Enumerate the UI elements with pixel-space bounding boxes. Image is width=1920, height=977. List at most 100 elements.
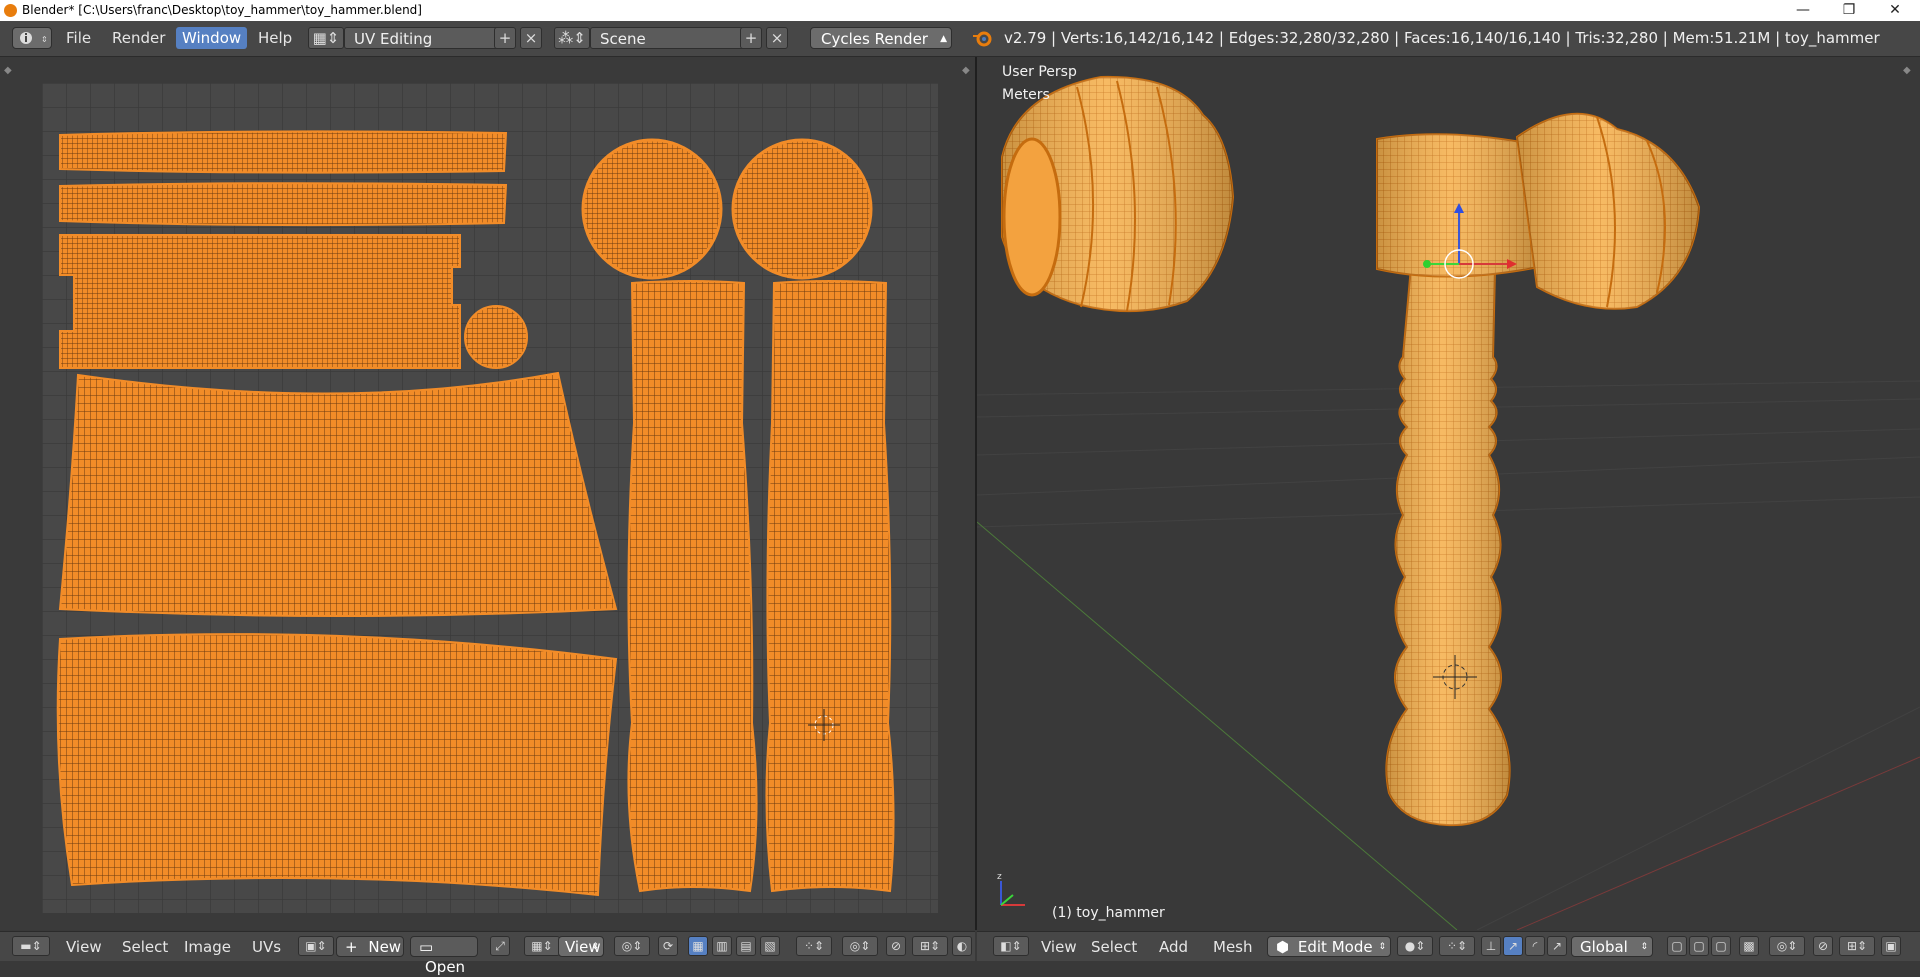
x-axis-line xyxy=(1516,756,1920,930)
menu-view[interactable]: View xyxy=(1041,937,1077,957)
menu-help[interactable]: Help xyxy=(252,27,298,49)
sticky-mode-icon[interactable]: ⁘⇕ xyxy=(796,936,832,956)
manipulator-toggle-icon[interactable]: ⊥ xyxy=(1481,936,1501,956)
menu-select[interactable]: Select xyxy=(122,937,168,957)
menu-render[interactable]: Render xyxy=(106,27,171,49)
view-mode-icon[interactable]: ▦⇕ xyxy=(524,936,560,956)
menu-add[interactable]: Add xyxy=(1159,937,1188,957)
blender-logo-icon xyxy=(973,31,992,47)
delete-scene-button[interactable]: × xyxy=(766,27,788,49)
rotate-icon[interactable]: ◜ xyxy=(1525,936,1545,956)
viewport-shading-icon[interactable]: ●⇕ xyxy=(1397,936,1433,956)
open-image-button[interactable]: ▭ Open xyxy=(410,936,478,976)
window-titlebar: Blender* [C:\Users\franc\Desktop\toy_ham… xyxy=(0,0,1920,21)
uv-island xyxy=(59,130,508,174)
svg-text:⇕: ⇕ xyxy=(41,35,48,44)
snap-element-icon[interactable]: ⊞⇕ xyxy=(1839,936,1875,956)
add-scene-button[interactable]: + xyxy=(740,27,762,49)
menu-view[interactable]: View xyxy=(66,937,102,957)
limit-selection-icon[interactable]: ▩ xyxy=(1739,936,1759,956)
chevron-updown-icon: ▲ xyxy=(940,34,947,44)
pivot-point-icon[interactable]: ◎⇕ xyxy=(614,936,650,956)
info-header: ⇕ File Render Window Help ▦⇕ UV Editing … xyxy=(0,21,1920,57)
chevron-updown-icon: ⇕ xyxy=(1640,942,1648,952)
edit-mode-icon: ⬢ xyxy=(1276,938,1290,956)
uv-island xyxy=(58,371,618,617)
face-select-icon[interactable]: ▤ xyxy=(736,936,756,956)
area-split-corner-icon[interactable]: ◆ xyxy=(4,65,12,76)
y-axis-line xyxy=(977,521,1458,930)
render-preview-icon[interactable]: ▣ xyxy=(1881,936,1901,956)
uv-island xyxy=(59,182,508,227)
vertex-select-icon[interactable]: ▦ xyxy=(688,936,708,956)
menu-uvs[interactable]: UVs xyxy=(252,937,281,957)
scene-statistics: v2.79 | Verts:16,142/16,142 | Edges:32,2… xyxy=(1004,29,1880,47)
screen-layout-icon[interactable]: ▦⇕ xyxy=(308,27,344,49)
view-axis-widget: z xyxy=(997,872,1025,906)
translate-icon[interactable]: ↗ xyxy=(1503,936,1523,956)
transform-orientation-label: Global xyxy=(1580,938,1628,956)
area-split-corner-icon[interactable]: ◆ xyxy=(962,65,970,76)
snap-element-icon[interactable]: ⊞⇕ xyxy=(912,936,948,956)
uv-island xyxy=(765,280,895,893)
menu-select[interactable]: Select xyxy=(1091,937,1137,957)
uv-island xyxy=(56,633,618,897)
image-browse-icon[interactable]: ▣⇕ xyxy=(298,936,334,956)
scene-icon[interactable]: ⁂⇕ xyxy=(554,27,590,49)
viewport-header: ◧⇕ View Select Add Mesh ⬢ Edit Mode ⇕ ●⇕… xyxy=(977,931,1920,961)
screen-layout-field[interactable]: UV Editing xyxy=(344,27,502,49)
island-select-icon[interactable]: ▧ xyxy=(760,936,780,956)
render-engine-select[interactable]: Cycles Render ▲ xyxy=(810,27,952,49)
blender-logo-icon xyxy=(4,4,17,17)
image-editor-type-icon[interactable]: ▬⇕ xyxy=(12,936,50,956)
sync-selection-icon[interactable]: ⟳ xyxy=(658,936,678,956)
menu-image[interactable]: Image xyxy=(184,937,231,957)
uv-island xyxy=(627,280,758,893)
delete-screen-button[interactable]: × xyxy=(520,27,542,49)
menu-window[interactable]: Window xyxy=(176,27,248,49)
uv-image-editor[interactable]: ◆ ◆ xyxy=(0,57,975,930)
uv-editor-header: ▬⇕ View Select Image UVs ▣⇕ + New ▭ Open… xyxy=(0,931,975,976)
pivot-point-icon[interactable]: ⁘⇕ xyxy=(1439,936,1475,956)
view-mode-select[interactable]: View ⇕ xyxy=(558,936,604,957)
menu-file[interactable]: File xyxy=(60,27,97,49)
overlay-icon[interactable]: ◐ xyxy=(952,936,972,956)
uv-canvas[interactable] xyxy=(42,83,938,913)
snap-icon[interactable]: ⊘ xyxy=(1813,936,1833,956)
3d-viewport[interactable]: z User Persp Meters (1) toy_hammer ◆ xyxy=(977,57,1920,930)
vertex-select-icon[interactable]: ▢ xyxy=(1667,936,1687,956)
chevron-updown-icon: ⇕ xyxy=(591,942,599,952)
editor-type-button[interactable]: ⇕ xyxy=(12,27,52,49)
menu-mesh[interactable]: Mesh xyxy=(1213,937,1253,957)
uv-island xyxy=(464,305,528,369)
transform-orientation-select[interactable]: Global ⇕ xyxy=(1571,936,1653,957)
add-screen-button[interactable]: + xyxy=(494,27,516,49)
minimize-button[interactable]: — xyxy=(1780,0,1826,21)
info-icon: ⇕ xyxy=(20,32,48,44)
new-image-label: New xyxy=(368,938,402,956)
uv-island xyxy=(731,138,873,280)
scene-field[interactable]: Scene xyxy=(590,27,748,49)
face-select-icon[interactable]: ▢ xyxy=(1711,936,1731,956)
edge-select-icon[interactable]: ▥ xyxy=(712,936,732,956)
interaction-mode-select[interactable]: ⬢ Edit Mode ⇕ xyxy=(1267,936,1391,957)
interaction-mode-label: Edit Mode xyxy=(1297,938,1373,956)
edge-select-icon[interactable]: ▢ xyxy=(1689,936,1709,956)
proportional-edit-icon[interactable]: ◎⇕ xyxy=(1769,936,1805,956)
area-split-corner-icon[interactable]: ◆ xyxy=(1903,65,1911,76)
pin-icon[interactable]: ⤢ xyxy=(490,936,510,956)
uv-island xyxy=(581,138,723,280)
uv-island xyxy=(59,234,461,369)
new-image-button[interactable]: + New xyxy=(336,936,404,957)
close-window-button[interactable]: ✕ xyxy=(1872,0,1918,21)
proportional-edit-icon[interactable]: ◎⇕ xyxy=(842,936,878,956)
viewport-scene[interactable]: z xyxy=(977,57,1920,930)
plus-icon: + xyxy=(345,938,358,956)
maximize-button[interactable]: ❐ xyxy=(1826,0,1872,21)
3d-view-type-icon[interactable]: ◧⇕ xyxy=(993,936,1029,956)
open-image-label: Open xyxy=(425,958,466,976)
scale-icon[interactable]: ↗ xyxy=(1547,936,1567,956)
svg-text:z: z xyxy=(997,872,1002,882)
chevron-updown-icon: ⇕ xyxy=(1378,942,1386,952)
snap-icon[interactable]: ⊘ xyxy=(886,936,906,956)
